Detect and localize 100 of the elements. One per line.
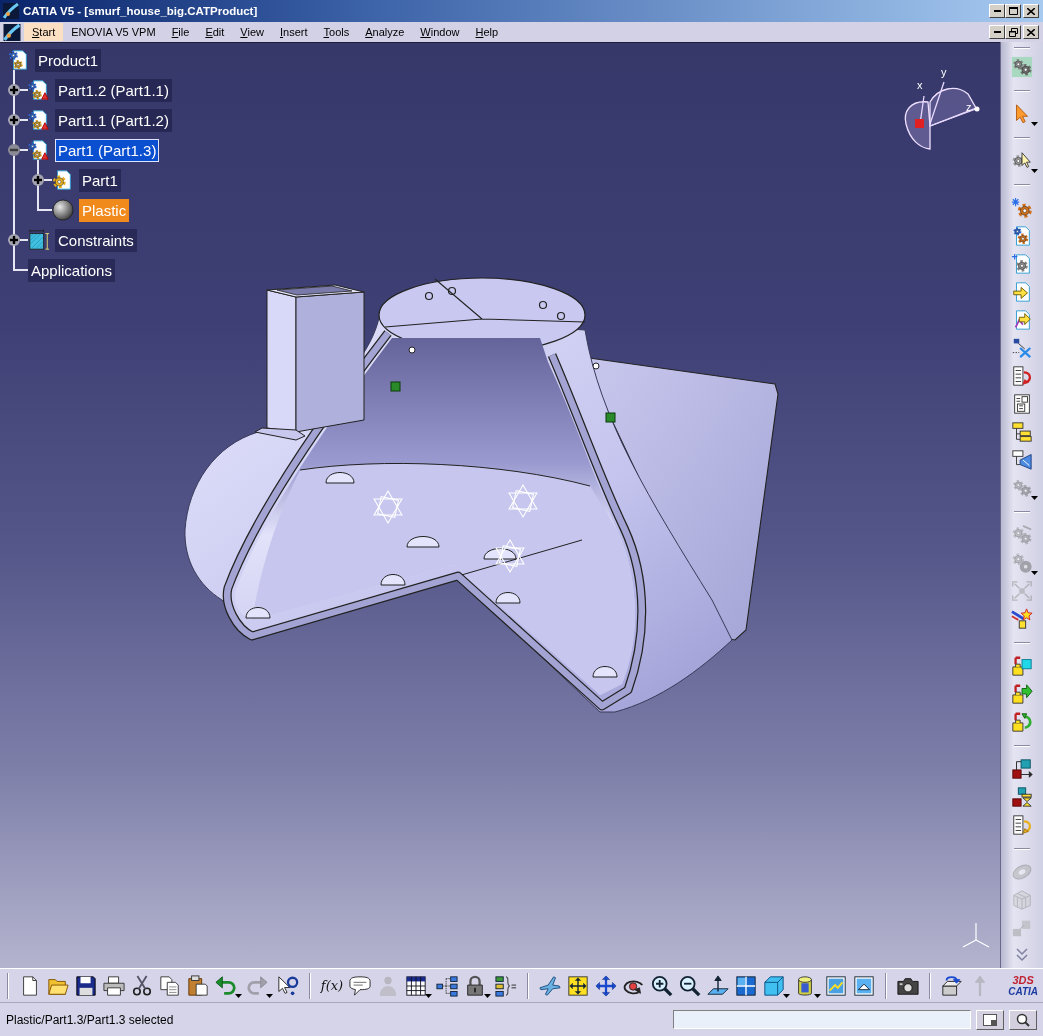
gear-sparkle-icon[interactable] bbox=[1011, 197, 1033, 219]
floppy-icon[interactable] bbox=[75, 974, 97, 997]
caret-icon[interactable] bbox=[1031, 122, 1038, 126]
close-icon bbox=[1027, 28, 1035, 36]
axis-label: z bbox=[966, 101, 972, 113]
logo-mark: 3DS bbox=[1012, 974, 1034, 986]
plus-icon[interactable] bbox=[32, 174, 44, 186]
page-gears-triangle-icon bbox=[28, 109, 50, 131]
caret-icon[interactable] bbox=[783, 993, 790, 998]
box-arrow-icon[interactable] bbox=[941, 974, 963, 997]
magnifier-icon bbox=[1016, 1012, 1030, 1027]
menu-item[interactable]: Analyze bbox=[357, 23, 413, 41]
plus-icon[interactable] bbox=[8, 84, 20, 96]
axis-triad-icon bbox=[962, 922, 990, 948]
magnifier-button[interactable] bbox=[1009, 1009, 1037, 1030]
page-table-icon[interactable] bbox=[1011, 393, 1033, 415]
page-gear-icon[interactable] bbox=[1011, 253, 1033, 275]
menu-item[interactable]: Insert bbox=[272, 23, 316, 41]
axis-label: y bbox=[941, 66, 947, 78]
padlock-icon[interactable] bbox=[464, 974, 486, 997]
minimize-button[interactable] bbox=[989, 25, 1005, 39]
page-gears-triangle-icon bbox=[28, 139, 50, 161]
pointer-help-icon[interactable] bbox=[277, 974, 299, 997]
speech-bubble-icon[interactable] bbox=[349, 974, 371, 997]
pan-icon[interactable] bbox=[595, 974, 617, 997]
menu-item[interactable]: Edit bbox=[197, 23, 233, 41]
squares-arrow-icon[interactable] bbox=[1011, 758, 1033, 780]
close-button[interactable] bbox=[1023, 25, 1039, 39]
plus-icon[interactable] bbox=[8, 114, 20, 126]
airplane-icon[interactable] bbox=[539, 974, 561, 997]
minimize-button[interactable] bbox=[989, 4, 1005, 18]
logo-text: CATIA bbox=[1008, 985, 1038, 997]
app-logo-icon[interactable] bbox=[3, 23, 21, 41]
maximize-button[interactable] bbox=[1005, 4, 1021, 18]
menu-item[interactable]: Window bbox=[412, 23, 468, 41]
printer-icon[interactable] bbox=[103, 974, 125, 997]
caret-icon[interactable] bbox=[235, 993, 242, 998]
squares-hourglass-icon[interactable] bbox=[1011, 786, 1033, 808]
menu-item[interactable]: Tools bbox=[315, 23, 358, 41]
hatched-square-icon bbox=[28, 229, 50, 251]
status-message: Plastic/Part1.3/Part1.3 selected bbox=[6, 1012, 175, 1027]
tree-item[interactable]: Part1 (Part1.3) bbox=[55, 138, 160, 162]
list-undo-icon[interactable] bbox=[1011, 365, 1033, 387]
tree-item[interactable]: Applications bbox=[28, 258, 115, 282]
gears-tile-icon[interactable] bbox=[1011, 56, 1033, 78]
view-plane-icon[interactable] bbox=[707, 974, 729, 997]
page-gears-triangle-icon bbox=[28, 79, 50, 101]
minus-icon[interactable] bbox=[8, 144, 20, 156]
cube-icon[interactable] bbox=[763, 974, 785, 997]
tree-item[interactable]: Part1.1 (Part1.2) bbox=[55, 108, 172, 132]
window-title: CATIA V5 - [smurf_house_big.CATProduct] bbox=[23, 5, 259, 17]
list-curl-icon[interactable] bbox=[1011, 814, 1033, 836]
menu-item[interactable]: Help bbox=[467, 23, 507, 41]
page-arrow-icon[interactable] bbox=[1011, 281, 1033, 303]
framed-chart-icon[interactable] bbox=[825, 974, 847, 997]
plus-icon[interactable] bbox=[8, 234, 20, 246]
tree-item[interactable]: Part1 bbox=[79, 168, 121, 192]
page-gears-icon bbox=[8, 49, 30, 71]
menu-item[interactable]: ENOVIA V5 VPM bbox=[63, 23, 164, 41]
page-gears-icon[interactable] bbox=[1011, 225, 1033, 247]
zoom-in-icon[interactable] bbox=[651, 974, 673, 997]
gear-page-icon bbox=[52, 169, 74, 191]
caret-icon[interactable] bbox=[1031, 169, 1038, 173]
scissors-icon[interactable] bbox=[131, 974, 153, 997]
close-button[interactable] bbox=[1023, 4, 1039, 18]
menu-item[interactable]: File bbox=[163, 23, 198, 41]
boxes-arrow-icon[interactable] bbox=[1011, 683, 1033, 705]
menu-item[interactable]: View bbox=[232, 23, 272, 41]
close-icon bbox=[1027, 7, 1035, 15]
caret-icon[interactable] bbox=[425, 993, 432, 998]
copy-icon[interactable] bbox=[159, 974, 181, 997]
zoom-out-icon[interactable] bbox=[679, 974, 701, 997]
box-triangle-icon[interactable] bbox=[1011, 449, 1033, 471]
window-toggle-button[interactable] bbox=[976, 1009, 1004, 1030]
box-tree-icon[interactable] bbox=[1011, 421, 1033, 443]
restore-button[interactable] bbox=[1005, 25, 1021, 39]
boxes-icon[interactable] bbox=[1011, 655, 1033, 677]
caret-icon[interactable] bbox=[484, 993, 491, 998]
caret-icon[interactable] bbox=[814, 993, 821, 998]
four-panes-icon[interactable] bbox=[735, 974, 757, 997]
fit-all-icon[interactable] bbox=[567, 974, 589, 997]
command-input[interactable] bbox=[673, 1010, 971, 1029]
undo-icon[interactable] bbox=[215, 974, 237, 997]
chevron-icon[interactable] bbox=[1016, 948, 1028, 962]
wand-star-icon[interactable] bbox=[1011, 608, 1033, 630]
sphere-icon bbox=[52, 199, 74, 221]
window-icon bbox=[983, 1013, 997, 1026]
menu-item[interactable]: Start bbox=[24, 23, 64, 41]
tree-item[interactable]: Constraints bbox=[55, 228, 137, 252]
app-logo-icon[interactable] bbox=[3, 3, 19, 19]
list-brace-icon[interactable] bbox=[495, 974, 517, 997]
boxes-refresh-icon[interactable] bbox=[1011, 711, 1033, 733]
node-tree-icon[interactable] bbox=[436, 974, 458, 997]
minimize-icon bbox=[993, 10, 1001, 12]
formula-button[interactable]: f(x) bbox=[319, 973, 345, 998]
tree-item[interactable]: Product1 bbox=[35, 48, 102, 72]
paste-icon[interactable] bbox=[187, 974, 209, 997]
square-cross-icon[interactable] bbox=[1011, 337, 1033, 359]
table-grid-icon[interactable] bbox=[405, 974, 427, 997]
tree-item[interactable]: Part1.2 (Part1.1) bbox=[55, 78, 172, 102]
